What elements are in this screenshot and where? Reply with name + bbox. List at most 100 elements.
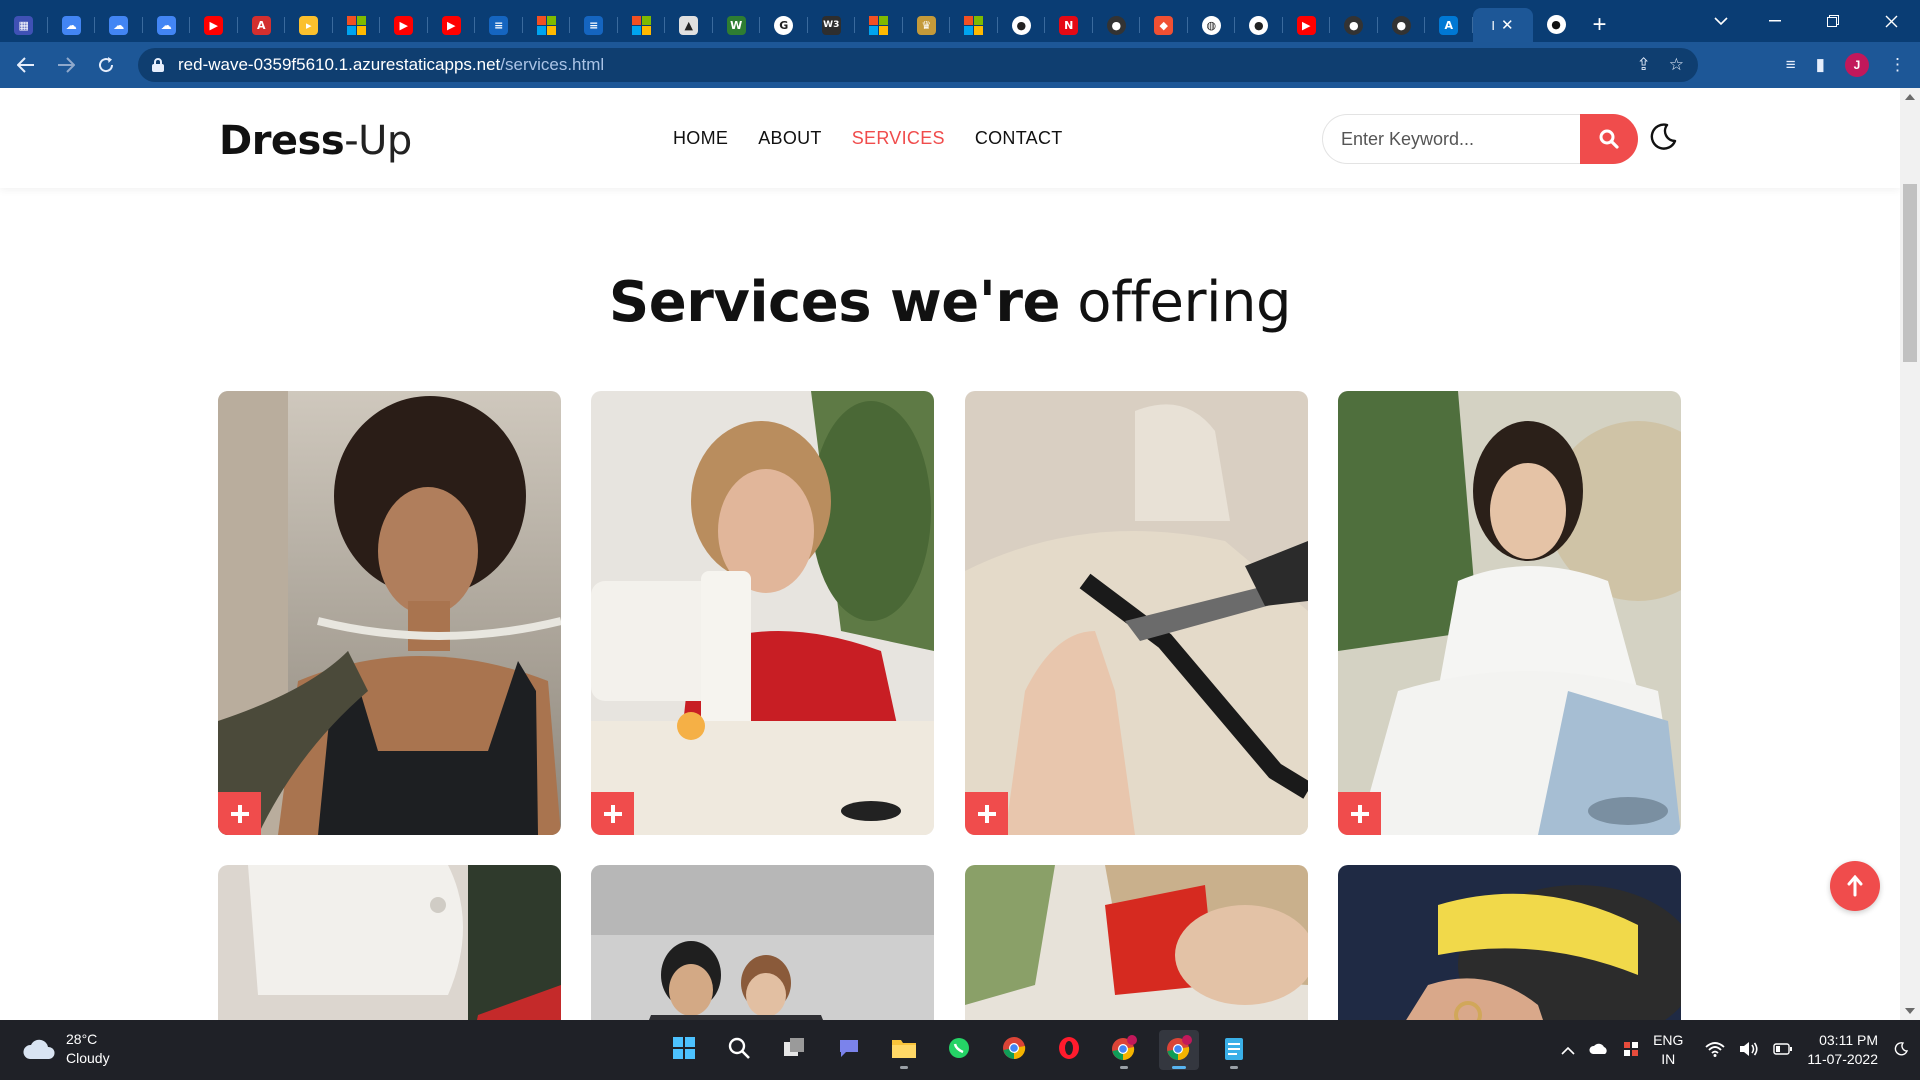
browser-tab[interactable]: A [1425, 8, 1473, 42]
scroll-to-top-button[interactable] [1830, 861, 1880, 911]
search-input[interactable] [1322, 114, 1580, 164]
site-logo[interactable]: Dress-Up [219, 118, 412, 164]
browser-tab[interactable]: ▶ [190, 8, 238, 42]
browser-tab[interactable]: ▶ [428, 8, 476, 42]
dark-mode-toggle[interactable] [1648, 122, 1678, 152]
tab-search-icon[interactable] [1692, 0, 1750, 42]
windows-start-taskbar-button[interactable] [664, 1030, 704, 1070]
browser-tab[interactable]: ▸ [285, 8, 333, 42]
browser-tab[interactable]: ▲ [665, 8, 713, 42]
browser-tab[interactable]: ☁ [48, 8, 96, 42]
nav-services[interactable]: SERVICES [852, 128, 945, 149]
browser-tab[interactable]: ● [1235, 8, 1283, 42]
onedrive-cloud-icon[interactable] [1589, 1042, 1609, 1058]
scroll-down-arrow-icon[interactable] [1905, 1008, 1915, 1014]
service-card-sewing[interactable] [591, 391, 934, 835]
browser-tab[interactable]: ● [1330, 8, 1378, 42]
browser-tab[interactable]: N [1045, 8, 1093, 42]
service-card-tailors[interactable] [591, 865, 934, 1020]
browser-tab[interactable] [950, 8, 998, 42]
browser-tab[interactable] [618, 8, 666, 42]
github-icon[interactable]: ● [1546, 14, 1566, 34]
restore-button[interactable] [1804, 0, 1862, 42]
volume-icon[interactable] [1739, 1041, 1759, 1060]
weather-widget[interactable]: 28°C Cloudy [22, 1030, 110, 1068]
nav-home[interactable]: HOME [673, 128, 728, 149]
toolbar-right: ≡ ▮ J ⋮ [1786, 42, 1920, 88]
whatsapp-taskbar-button[interactable] [939, 1030, 979, 1070]
card-plus-button[interactable] [591, 792, 634, 835]
browser-tab[interactable]: ▶ [380, 8, 428, 42]
battery-icon[interactable] [1773, 1042, 1793, 1058]
reload-button[interactable] [86, 45, 126, 85]
scroll-up-arrow-icon[interactable] [1905, 94, 1915, 100]
arrow-up-icon [1847, 875, 1863, 897]
nav-about[interactable]: ABOUT [758, 128, 822, 149]
service-card-tape[interactable] [1338, 865, 1681, 1020]
search-button[interactable] [1580, 114, 1638, 164]
browser-tab[interactable]: ● [1378, 8, 1426, 42]
chrome-taskbar-button[interactable] [994, 1030, 1034, 1070]
search-taskbar-button[interactable] [719, 1030, 759, 1070]
notepad-taskbar-button[interactable] [1214, 1030, 1254, 1070]
browser-tab[interactable]: ≡ [475, 8, 523, 42]
new-tab-button[interactable]: + [1580, 8, 1620, 42]
logo-light: -Up [344, 118, 412, 164]
side-panel-icon[interactable]: ▮ [1816, 55, 1825, 75]
security-app-icon[interactable] [1623, 1041, 1639, 1060]
browser-tab[interactable]: ● [998, 8, 1046, 42]
page-scrollbar[interactable] [1900, 88, 1920, 1020]
card-plus-button[interactable] [218, 792, 261, 835]
browser-tab[interactable]: ▦ [0, 8, 48, 42]
chrome-profile-taskbar-button[interactable] [1159, 1030, 1199, 1070]
browser-tab[interactable]: ◆ [1140, 8, 1188, 42]
forward-button[interactable] [46, 45, 86, 85]
card-plus-button[interactable] [965, 792, 1008, 835]
active-tab[interactable]: I ✕ [1472, 8, 1533, 42]
browser-tab[interactable]: ☁ [143, 8, 191, 42]
profile-avatar[interactable]: J [1845, 53, 1869, 77]
browser-tab[interactable]: ▶ [1283, 8, 1331, 42]
share-icon[interactable]: ⇪ [1637, 55, 1651, 75]
lock-icon[interactable] [152, 58, 164, 72]
browser-tab[interactable] [523, 8, 571, 42]
browser-tab[interactable]: ◍ [1188, 8, 1236, 42]
chrome-profile-taskbar-button[interactable] [1104, 1030, 1144, 1070]
nav-contact[interactable]: CONTACT [975, 128, 1063, 149]
teams-chat-taskbar-button[interactable] [829, 1030, 869, 1070]
wifi-icon[interactable] [1705, 1041, 1726, 1060]
url-path: /services.html [500, 55, 605, 74]
bookmark-star-icon[interactable]: ☆ [1669, 55, 1684, 75]
service-card-stitching[interactable] [1338, 391, 1681, 835]
minimize-button[interactable] [1746, 0, 1804, 42]
system-clock[interactable]: 03:11 PM 11-07-2022 [1807, 1031, 1878, 1069]
tray-overflow-chevron-icon[interactable] [1561, 1042, 1575, 1058]
browser-tab[interactable]: ● [1093, 8, 1141, 42]
task-view-taskbar-button[interactable] [774, 1030, 814, 1070]
opera-taskbar-button[interactable] [1049, 1030, 1089, 1070]
browser-tab[interactable]: W [713, 8, 761, 42]
browser-tab[interactable]: A [238, 8, 286, 42]
menu-kebab-icon[interactable]: ⋮ [1889, 55, 1906, 75]
browser-tab[interactable]: G [760, 8, 808, 42]
browser-tab[interactable]: W3 [808, 8, 856, 42]
service-card-cutting[interactable] [965, 391, 1308, 835]
scrollbar-thumb[interactable] [1903, 184, 1917, 362]
close-tab-icon[interactable]: ✕ [1501, 16, 1514, 34]
service-card-machine[interactable] [218, 865, 561, 1020]
browser-tab[interactable] [333, 8, 381, 42]
service-card-measuring[interactable] [218, 391, 561, 835]
browser-tab[interactable]: ☁ [95, 8, 143, 42]
card-plus-button[interactable] [1338, 792, 1381, 835]
browser-tab[interactable]: ♛ [903, 8, 951, 42]
language-indicator[interactable]: ENG IN [1653, 1031, 1683, 1069]
notification-moon-icon[interactable] [1894, 1041, 1909, 1059]
back-button[interactable] [6, 45, 46, 85]
service-card-red-shirt[interactable] [965, 865, 1308, 1020]
browser-tab[interactable]: ≡ [570, 8, 618, 42]
close-window-button[interactable] [1862, 0, 1920, 42]
address-bar[interactable]: red-wave-0359f5610.1.azurestaticapps.net… [138, 48, 1698, 82]
browser-tab[interactable] [855, 8, 903, 42]
file-explorer-taskbar-button[interactable] [884, 1030, 924, 1070]
media-control-icon[interactable]: ≡ [1786, 55, 1796, 75]
